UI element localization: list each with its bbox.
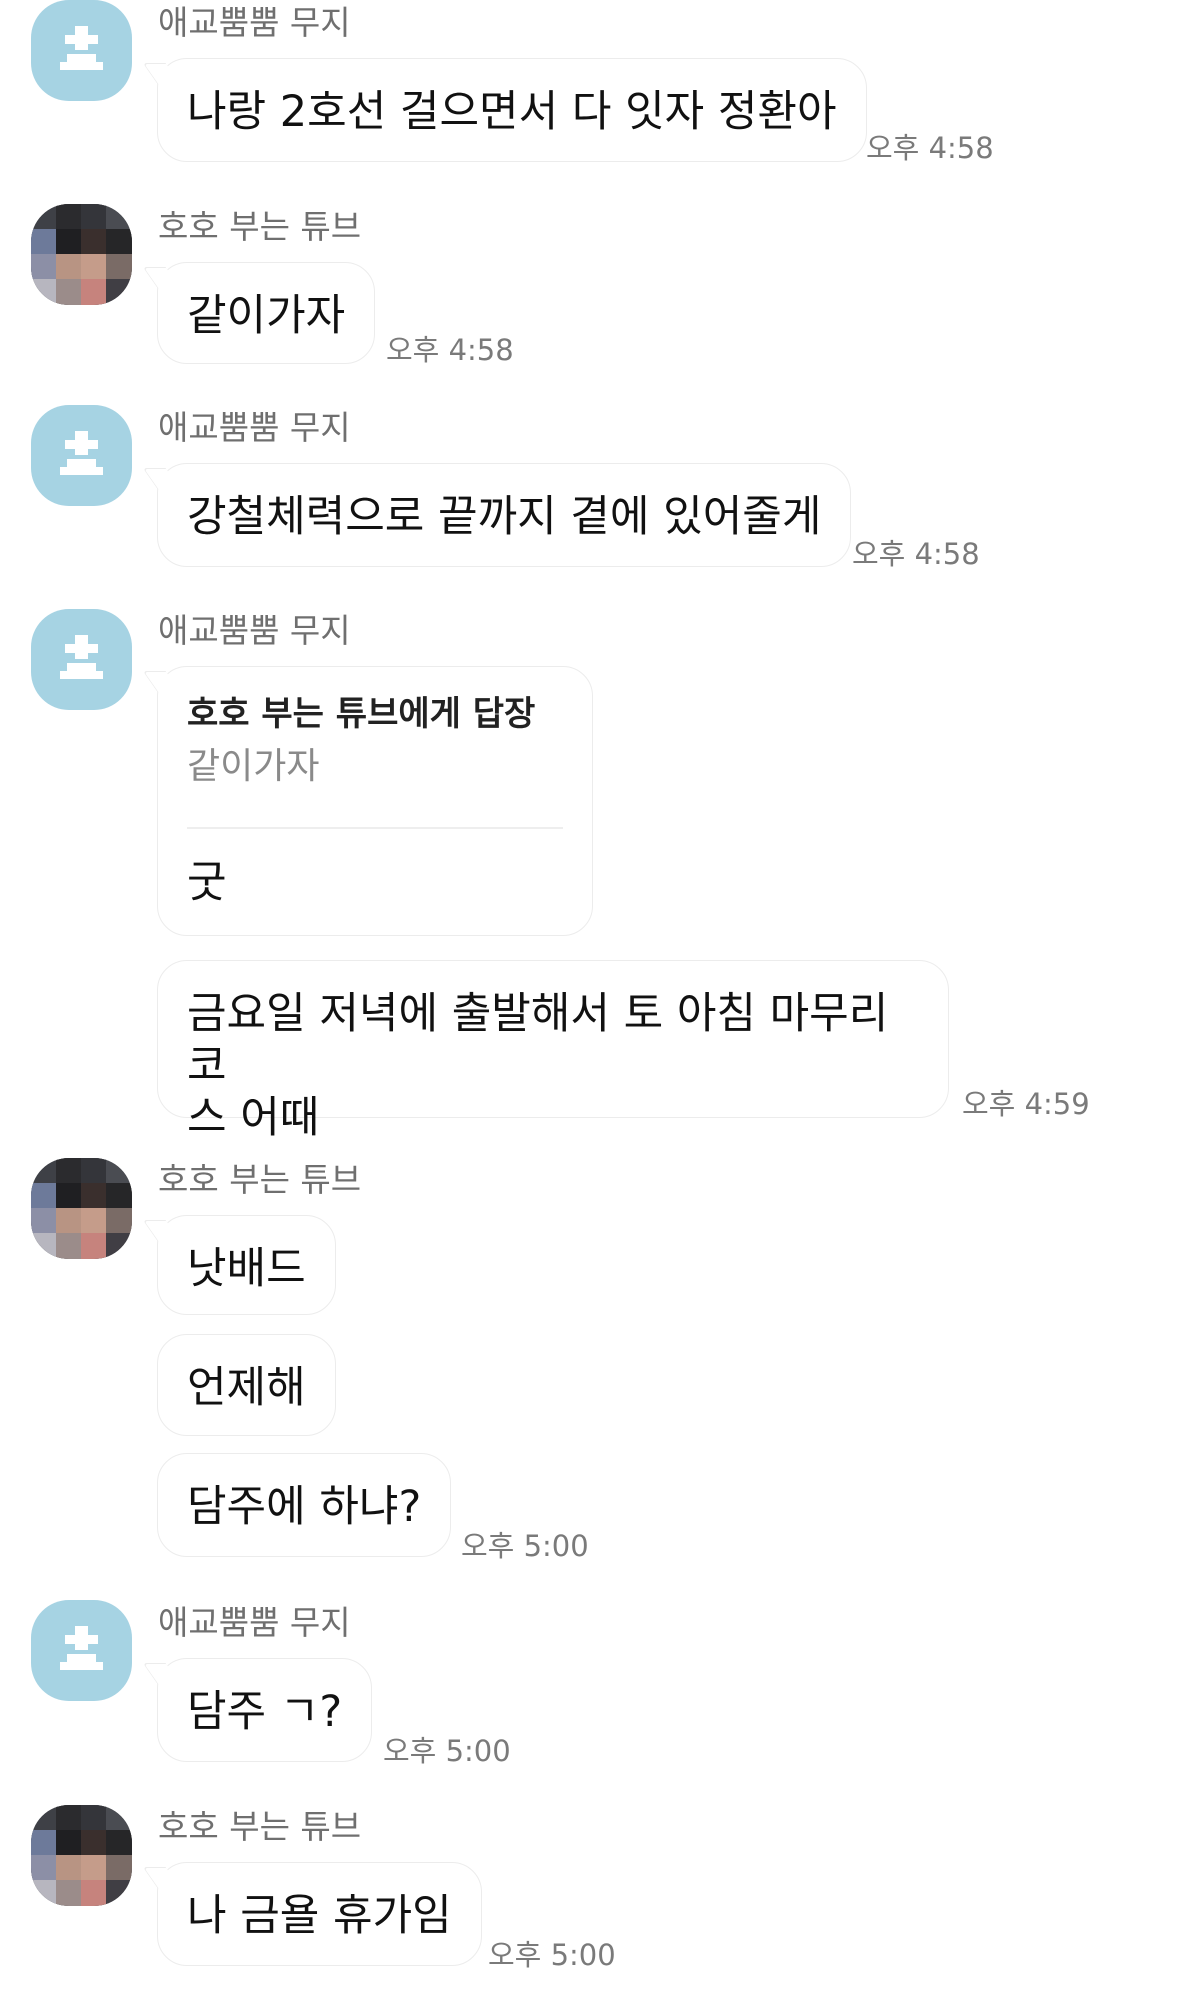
message-text: 나랑 2호선 걸으면서 다 잇자 정환아 bbox=[187, 87, 837, 137]
message-time: 오후 5:00 bbox=[488, 1938, 616, 1972]
message-time: 오후 4:58 bbox=[866, 131, 994, 165]
message-time: 오후 4:58 bbox=[386, 333, 514, 367]
message-text-line: 금요일 저녁에 출발해서 토 아침 마무리 코 bbox=[187, 989, 889, 1091]
reply-message-bubble[interactable]: 호호 부는 튜브에게 답장 같이가자 굿 bbox=[157, 666, 593, 936]
pixelated-profile-photo bbox=[31, 1805, 132, 1906]
message-text-line: 스 어때 bbox=[187, 1093, 320, 1143]
message-text: 낫배드 bbox=[187, 1244, 306, 1294]
reply-divider bbox=[187, 827, 563, 829]
profile-avatar-muji[interactable] bbox=[31, 1600, 132, 1701]
message-text: 담주 ㄱ? bbox=[187, 1687, 343, 1737]
message-text: 굿 bbox=[187, 858, 227, 908]
message-bubble[interactable]: 같이가자 bbox=[157, 262, 376, 364]
reply-target-title: 호호 부는 튜브에게 답장 bbox=[187, 694, 536, 734]
message-time: 오후 5:00 bbox=[461, 1529, 589, 1563]
default-profile-icon bbox=[60, 26, 103, 70]
message-text: 언제해 bbox=[187, 1363, 306, 1413]
sender-name: 애교뿜뿜 무지 bbox=[158, 1603, 351, 1642]
default-profile-icon bbox=[60, 1626, 103, 1670]
message-text: 같이가자 bbox=[187, 291, 346, 341]
pixelated-profile-photo bbox=[31, 1158, 132, 1259]
message-bubble[interactable]: 언제해 bbox=[157, 1334, 336, 1436]
profile-avatar-muji[interactable] bbox=[31, 405, 132, 506]
default-profile-icon bbox=[60, 635, 103, 679]
message-text: 나 금욜 휴가임 bbox=[187, 1891, 452, 1941]
message-bubble[interactable]: 금요일 저녁에 출발해서 토 아침 마무리 코 스 어때 bbox=[157, 960, 949, 1143]
message-text: 강철체력으로 끝까지 곁에 있어줄게 bbox=[187, 492, 822, 542]
sender-name: 호호 부는 튜브 bbox=[158, 207, 362, 246]
message-bubble[interactable]: 나랑 2호선 걸으면서 다 잇자 정환아 bbox=[157, 58, 867, 162]
message-bubble[interactable]: 담주 ㄱ? bbox=[157, 1658, 373, 1762]
sender-name: 애교뿜뿜 무지 bbox=[158, 408, 351, 447]
message-bubble[interactable]: 강철체력으로 끝까지 곁에 있어줄게 bbox=[157, 463, 852, 567]
message-text: 담주에 하냐? bbox=[187, 1482, 422, 1532]
profile-avatar-muji[interactable] bbox=[31, 0, 132, 101]
profile-avatar-tube[interactable] bbox=[31, 1805, 132, 1906]
chat-room: 애교뿜뿜 무지 나랑 2호선 걸으면서 다 잇자 정환아 오후 4:58 호호 … bbox=[0, 0, 1179, 2013]
message-time: 오후 4:58 bbox=[852, 537, 980, 571]
profile-avatar-muji[interactable] bbox=[31, 609, 132, 710]
sender-name: 호호 부는 튜브 bbox=[158, 1160, 362, 1199]
message-bubble[interactable]: 담주에 하냐? bbox=[157, 1453, 452, 1557]
message-time: 오후 5:00 bbox=[383, 1734, 511, 1768]
sender-name: 애교뿜뿜 무지 bbox=[158, 3, 351, 42]
profile-avatar-tube[interactable] bbox=[31, 204, 132, 305]
default-profile-icon bbox=[60, 431, 103, 475]
sender-name: 호호 부는 튜브 bbox=[158, 1807, 362, 1846]
message-bubble[interactable]: 나 금욜 휴가임 bbox=[157, 1862, 482, 1966]
pixelated-profile-photo bbox=[31, 204, 132, 305]
profile-avatar-tube[interactable] bbox=[31, 1158, 132, 1259]
sender-name: 애교뿜뿜 무지 bbox=[158, 611, 351, 650]
message-bubble[interactable]: 낫배드 bbox=[157, 1215, 336, 1315]
reply-quoted-text[interactable]: 같이가자 bbox=[187, 749, 319, 785]
message-time: 오후 4:59 bbox=[962, 1087, 1090, 1121]
